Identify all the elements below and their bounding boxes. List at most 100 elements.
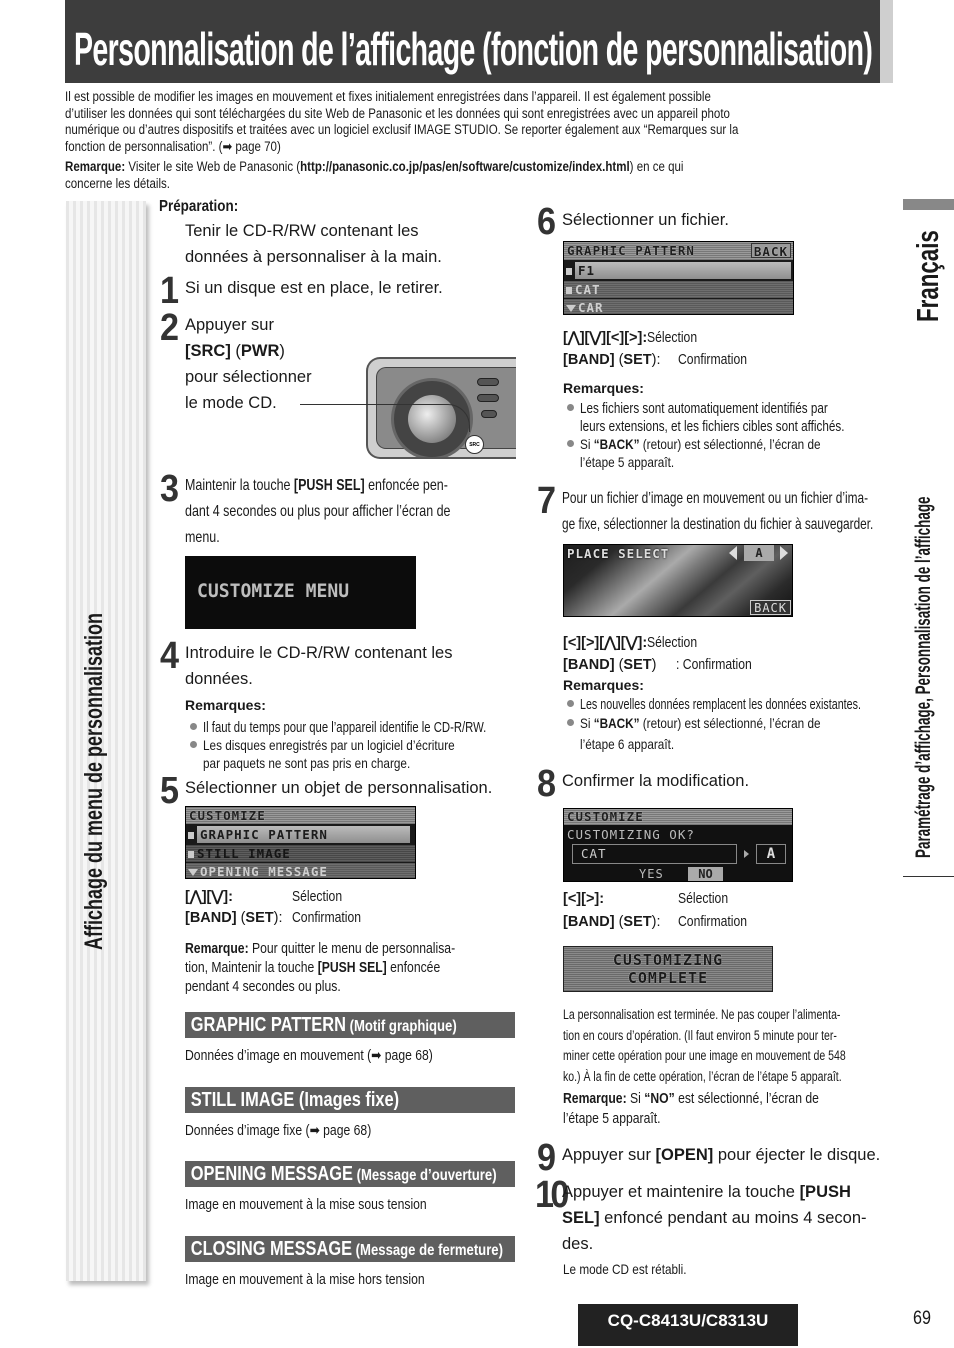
no-option[interactable]: NO	[688, 867, 723, 881]
intro-remark-line2: concerne les détails.	[65, 175, 170, 191]
preparation-label: Préparation:	[159, 198, 239, 215]
remark-bullet: Si “BACK” (retour) est sélectionné, l’éc…	[567, 714, 866, 732]
bullet-dot	[190, 723, 197, 730]
step-10-text: Appuyer et maintenire la touche [PUSH	[562, 1183, 851, 1201]
panasonic-url-link[interactable]: http://panasonic.co.jp/pas/en/software/c…	[300, 159, 630, 174]
place-value[interactable]: A	[744, 545, 774, 561]
remark-bullet: Si “BACK” (retour) est sélectionné, l’éc…	[567, 435, 866, 453]
step-2-text: Appuyer sur	[185, 316, 274, 334]
key-hint-action: Sélection	[678, 891, 729, 907]
remark-bullet-cont: l’étape 6 apparaît.	[580, 736, 675, 752]
remark-bullet: Les disques enregistrés par un logiciel …	[190, 736, 503, 754]
step-9-text: Appuyer sur [OPEN] pour éjecter le disqu…	[562, 1146, 881, 1164]
sidebar-divider	[903, 876, 954, 877]
callout-line	[300, 404, 448, 405]
key-hint: [⋀][⋁][<][>]:Sélection	[563, 330, 698, 346]
step-10-note: Le mode CD est rétabli.	[563, 1261, 687, 1277]
step-8-remark: l’étape 5 apparaît.	[563, 1111, 661, 1127]
lcd-row[interactable]: CAR	[564, 299, 793, 314]
intro-remark: Remarque: Visiter le site Web de Panason…	[65, 159, 684, 174]
step-7-text: Pour un fichier d’image en mouvement ou …	[562, 490, 869, 507]
section-desc: Image en mouvement à la mise hors tensio…	[185, 1272, 425, 1288]
remark-bullet-cont: l’étape 5 apparaît.	[580, 454, 675, 470]
step-4-text: Introduire le CD-R/RW contenant les	[185, 644, 453, 662]
key-hint: [BAND] (SET):	[185, 910, 283, 926]
key-hint: [BAND] (SET):	[563, 914, 661, 930]
remark-bullet: Les fichiers sont automatiquement identi…	[567, 399, 898, 418]
bullet-dot	[567, 700, 574, 707]
remark-bullet: Les nouvelles données remplacent les don…	[567, 695, 954, 714]
step-8-info: La personnalisation est terminée. Ne pas…	[563, 1007, 846, 1084]
remark-bullet-cont: par paquets ne sont pas pris en charge.	[203, 755, 411, 771]
scroll-down-icon	[188, 869, 198, 876]
step-number: 6	[537, 201, 557, 243]
title-banner-edge	[880, 0, 893, 83]
menu-button	[477, 378, 499, 386]
arrow-left-icon[interactable]	[729, 546, 737, 560]
scroll-down-icon	[566, 305, 576, 312]
section-header-graphic-pattern: GRAPHIC PATTERN (Motif graphique)	[185, 1012, 515, 1038]
key-hint: [⋀][⋁]:	[185, 889, 233, 905]
step-number: 1	[160, 270, 180, 312]
step-2-text: pour sélectionner	[185, 368, 312, 386]
arrow-right-icon[interactable]	[780, 546, 788, 560]
preparation-line: données à personnaliser à la main.	[185, 248, 442, 266]
step-2-text: [SRC] (PWR)	[185, 342, 285, 360]
step-number: 3	[160, 468, 180, 510]
section-header-still-image: STILL IMAGE (Images fixe)	[185, 1087, 515, 1113]
bullet-dot	[567, 719, 574, 726]
back-button[interactable]: BACK	[750, 600, 791, 615]
lcd-header: CUSTOMIZE	[564, 809, 792, 825]
key-hint: [<][>]:	[563, 891, 605, 907]
lcd-row[interactable]: OPENING MESSAGE	[186, 863, 415, 878]
place-select-screen: PLACE SELECT A BACK	[563, 544, 793, 617]
key-hint-action: Confirmation	[678, 352, 748, 368]
lcd-row[interactable]: STILL IMAGE	[186, 845, 415, 862]
intro-line: d’utiliser les données qui sont téléchar…	[65, 105, 730, 121]
section-desc: Données d’image fixe (➡ page 68)	[185, 1123, 372, 1139]
left-section-tab-label: Affichage du menu de personnalisation	[80, 612, 108, 950]
sidebar-language: Français	[910, 230, 945, 322]
lcd-row[interactable]: CAT	[564, 281, 793, 298]
step-8-remark: Remarque: Si “NO” est sélectionné, l’écr…	[563, 1091, 819, 1107]
remark-bullet: Il faut du temps pour que l’appareil ide…	[190, 718, 566, 737]
sidebar-section-title: Paramétrage d’affichage, Personnalisatio…	[912, 496, 935, 858]
back-button[interactable]: BACK	[750, 243, 791, 259]
customizing-complete-screen: CUSTOMIZING COMPLETE	[563, 946, 773, 992]
page-title: Personnalisation de l’affichage (fonctio…	[74, 23, 873, 75]
lcd-row-selected[interactable]: GRAPHIC PATTERN	[186, 826, 415, 843]
step-8-text: Confirmer la modification.	[562, 772, 750, 790]
lcd-row-selected[interactable]: F1	[564, 262, 793, 279]
step-number: 8	[537, 763, 557, 805]
step-10-text: des.	[562, 1235, 594, 1253]
remark-bullet-cont: leurs extensions, et les fichiers cibles…	[580, 418, 845, 435]
step-4-text: données.	[185, 670, 253, 688]
model-number-badge: CQ-C8413U/C8313U	[578, 1304, 798, 1346]
confirm-lcd-screen: CUSTOMIZE CUSTOMIZING OK? CAT A YES NO	[563, 808, 793, 882]
intro-line: fonction de personnalisation”. (➡ page 7…	[65, 138, 281, 154]
arrow-right-icon	[744, 850, 749, 858]
bullet-dot	[190, 741, 197, 748]
src-button: SRC	[465, 435, 484, 454]
key-hint: [BAND] (SET)	[563, 657, 657, 673]
lcd-question: CUSTOMIZING OK?	[567, 827, 695, 842]
remarks-label: Remarques:	[563, 677, 644, 693]
src-key: [SRC]	[185, 342, 231, 360]
page-number: 69	[913, 1308, 931, 1329]
customize-menu-screen: CUSTOMIZE MENU	[185, 556, 416, 629]
remarks-label: Remarques:	[563, 380, 644, 396]
section-header-opening-message: OPENING MESSAGE (Message d’ouverture)	[185, 1161, 515, 1187]
step-5-remark: Remarque: Pour quitter le menu de person…	[185, 941, 456, 957]
step-number: 7	[537, 480, 557, 522]
lcd-header: GRAPHIC PATTERN BACK	[564, 242, 793, 260]
remarks-label: Remarques:	[185, 697, 266, 713]
section-desc: Données d’image en mouvement (➡ page 68)	[185, 1048, 433, 1064]
step-3-text: dant 4 secondes ou plus pour afficher l’…	[185, 503, 451, 520]
bullet-dot	[567, 440, 574, 447]
sidebar-marker	[903, 199, 954, 210]
step-number: 4	[160, 635, 180, 677]
yes-option[interactable]: YES	[639, 867, 664, 881]
band-button	[477, 394, 499, 402]
lcd-destination: A	[756, 844, 786, 864]
key-hint-action: Confirmation	[292, 910, 362, 926]
